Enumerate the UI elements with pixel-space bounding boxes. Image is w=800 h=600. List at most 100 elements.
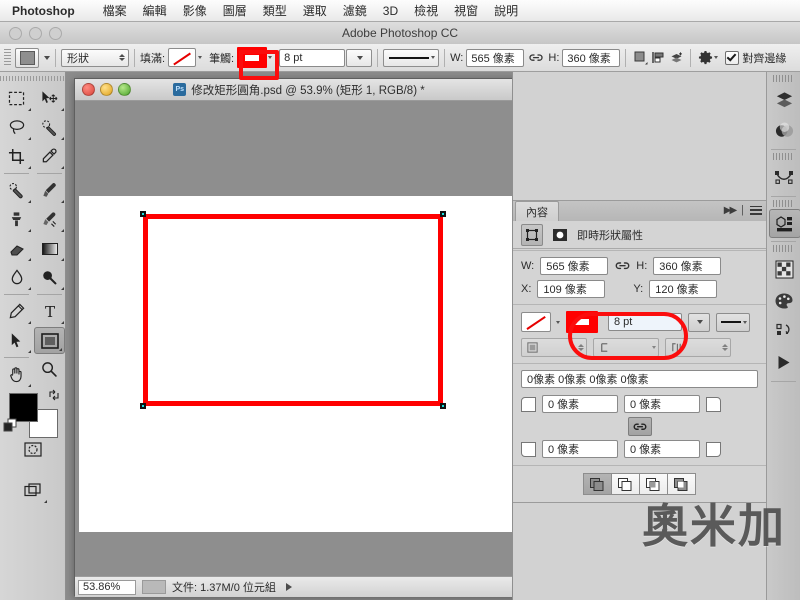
hand-tool[interactable] [0,360,33,389]
path-op-subtract-front-shape[interactable] [610,473,640,495]
shape-mode-dropdown[interactable]: 形狀 [61,48,129,67]
stroke-width-dropdown[interactable] [346,48,373,67]
fill-swatch[interactable] [168,48,197,67]
quick-mask-toggle[interactable] [16,435,49,464]
path-selection-tool[interactable] [0,326,33,355]
menu-item-select[interactable]: 選取 [295,2,335,19]
path-arrangement-icon[interactable] [667,49,685,67]
menu-item-3d[interactable]: 3D [375,4,406,18]
canvas[interactable] [79,196,513,532]
lasso-tool[interactable] [0,113,33,142]
stroke-swatch[interactable] [237,47,268,68]
props-stroke-width-input[interactable]: 8 pt [608,313,682,331]
zoom-tool[interactable] [33,355,66,384]
brush-tool[interactable] [33,176,66,205]
path-op-combine-shapes[interactable] [582,473,612,495]
eraser-tool[interactable] [0,234,33,263]
document-title-bar[interactable]: Ps 修改矩形圓角.psd @ 53.9% (矩形 1, RGB/8) * [75,79,523,101]
stroke-style-dropdown[interactable] [383,48,440,67]
screen-mode-toggle[interactable] [16,476,49,505]
menu-app-name[interactable]: Photoshop [6,4,81,18]
adjustments-panel-icon[interactable] [767,115,800,146]
props-width-input[interactable]: 565 像素 [540,257,609,275]
blur-tool[interactable] [0,263,33,292]
corner-radius-top-right-input[interactable]: 0 像素 [624,395,700,413]
gear-icon[interactable] [696,49,714,67]
tab-properties[interactable]: 內容 [515,201,559,221]
rectangle-tool[interactable] [34,327,65,354]
move-tool[interactable] [33,84,66,113]
dock-grip-3[interactable] [773,200,794,207]
crop-tool[interactable] [0,142,33,171]
marquee-tool[interactable] [0,84,33,113]
menu-item-file[interactable]: 檔案 [95,2,135,19]
stroke-join-dropdown[interactable] [665,338,731,357]
props-stroke-swatch[interactable] [566,311,598,333]
anchor-point-top-right[interactable] [440,211,446,217]
status-menu-arrow-icon[interactable] [285,583,292,591]
healing-brush-tool[interactable] [0,176,33,205]
path-operations-icon[interactable] [631,49,649,67]
height-input[interactable]: 360 像素 [562,48,621,67]
corner-radius-top-left-input[interactable]: 0 像素 [542,395,618,413]
dock-grip-2[interactable] [773,153,794,160]
menu-item-layer[interactable]: 圖層 [215,2,255,19]
clone-stamp-tool[interactable] [0,205,33,234]
menu-item-window[interactable]: 視窗 [446,2,486,19]
anchor-point-top-left[interactable] [140,211,146,217]
link-corner-radii-button[interactable] [627,417,652,436]
dock-grip-4[interactable] [773,245,794,252]
props-y-input[interactable]: 120 像素 [649,280,718,298]
corner-radius-bottom-right-input[interactable]: 0 像素 [624,440,700,458]
swap-colors-icon[interactable] [48,389,60,404]
paths-panel-icon[interactable] [767,162,800,193]
align-edges-checkbox[interactable] [725,50,740,65]
menu-item-help[interactable]: 說明 [486,2,526,19]
properties-panel-icon[interactable] [769,209,800,238]
tool-preset-picker[interactable] [15,47,39,68]
menu-item-filter[interactable]: 濾鏡 [335,2,375,19]
rectangle-shape[interactable] [140,211,446,409]
swatches-panel-icon[interactable] [767,254,800,285]
document-canvas-area[interactable] [75,101,523,576]
anchor-point-bottom-left[interactable] [140,403,146,409]
options-bar-grip[interactable] [4,48,11,67]
anchor-point-bottom-right[interactable] [440,403,446,409]
stroke-align-dropdown[interactable] [521,338,587,357]
tool-preset-chevron-down-icon[interactable] [44,55,50,60]
link-size-icon[interactable] [614,259,630,273]
props-fill-chevron-down-icon[interactable] [556,320,560,324]
eyedropper-tool[interactable] [33,142,66,171]
corner-radius-bottom-left-input[interactable]: 0 像素 [542,440,618,458]
dodge-tool[interactable] [33,263,66,292]
props-stroke-style-dropdown[interactable] [716,312,750,332]
live-shape-icon[interactable] [521,223,543,246]
type-tool[interactable]: T [33,297,66,326]
history-panel-icon[interactable] [767,316,800,347]
props-height-input[interactable]: 360 像素 [653,257,722,275]
gradient-tool[interactable] [33,234,66,263]
menu-item-image[interactable]: 影像 [175,2,215,19]
stroke-cap-dropdown[interactable] [593,338,659,357]
collapse-panel-icon[interactable]: ▶▶ [724,205,737,216]
quick-selection-tool[interactable] [33,113,66,142]
link-dimensions-icon[interactable] [528,51,544,65]
stroke-width-input[interactable]: 8 pt [279,48,346,67]
default-colors-icon[interactable] [3,418,17,435]
actions-panel-icon[interactable] [767,347,800,378]
width-input[interactable]: 565 像素 [466,48,525,67]
pen-tool[interactable] [0,297,33,326]
mask-icon[interactable] [550,225,570,245]
stroke-chevron-down-icon[interactable] [268,56,273,59]
path-alignment-icon[interactable] [649,49,667,67]
corner-summary-field[interactable]: 0像素 0像素 0像素 0像素 [521,370,758,388]
panel-menu-icon[interactable] [750,205,762,215]
menu-item-edit[interactable]: 編輯 [135,2,175,19]
color-panel-icon[interactable] [767,285,800,316]
layers-panel-icon[interactable] [767,84,800,115]
gear-chevron-down-icon[interactable] [714,56,719,59]
zoom-level-input[interactable]: 53.86% [78,579,136,595]
fill-chevron-down-icon[interactable] [198,56,203,59]
props-fill-swatch[interactable] [521,312,551,332]
history-brush-tool[interactable] [33,205,66,234]
